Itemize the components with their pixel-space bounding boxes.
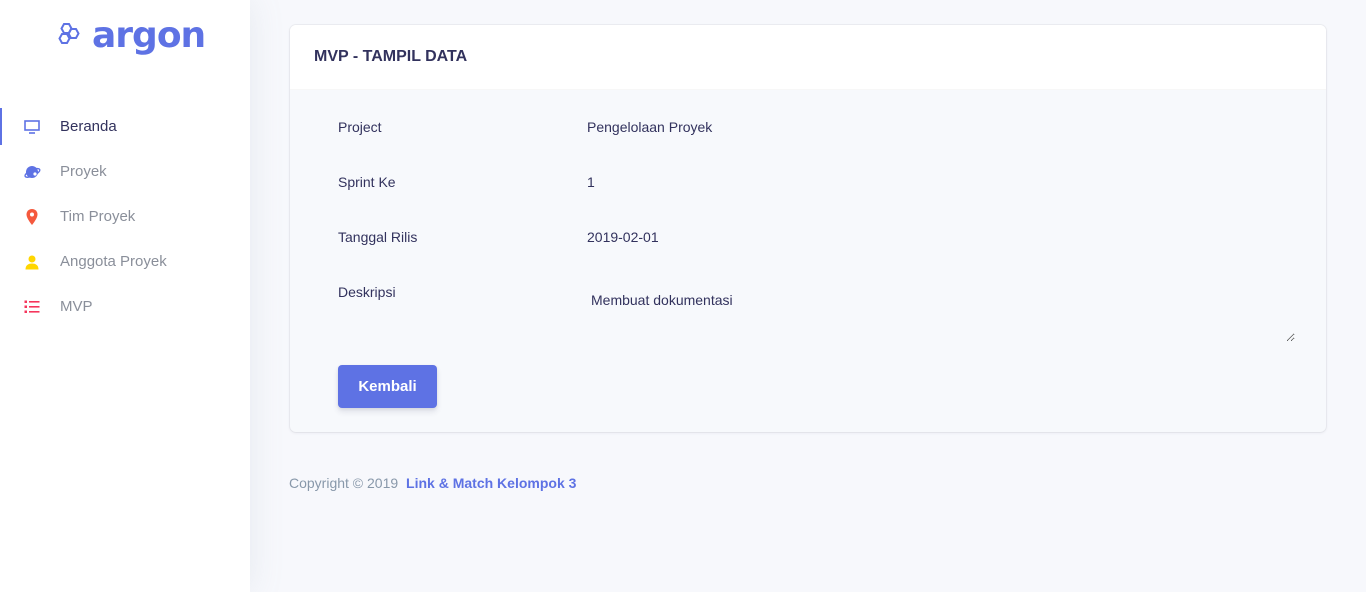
field-value: 2019-02-01 bbox=[587, 229, 659, 245]
field-label: Tanggal Rilis bbox=[338, 229, 418, 245]
hexagons-logo-icon bbox=[56, 21, 84, 52]
sidebar-item-anggota-proyek[interactable]: Anggota Proyek bbox=[0, 239, 250, 284]
brand-name: argon bbox=[92, 15, 206, 56]
sidebar-item-proyek[interactable]: Proyek bbox=[0, 149, 250, 194]
field-label: Sprint Ke bbox=[338, 174, 396, 190]
mvp-detail-card: MVP - TAMPIL DATA Project Pengelolaan Pr… bbox=[290, 25, 1326, 432]
sidebar-item-beranda[interactable]: Beranda bbox=[0, 104, 250, 149]
footer: Copyright © 2019 Link & Match Kelompok 3 bbox=[289, 475, 576, 491]
back-button[interactable]: Kembali bbox=[338, 365, 437, 408]
field-label: Deskripsi bbox=[338, 284, 396, 300]
sidebar-item-mvp[interactable]: MVP bbox=[0, 284, 250, 329]
sidebar: argon Beranda Proyek Tim Proyek Anggota … bbox=[0, 0, 250, 592]
sidebar-item-label: Beranda bbox=[60, 118, 117, 135]
sidebar-item-tim-proyek[interactable]: Tim Proyek bbox=[0, 194, 250, 239]
sidebar-nav: Beranda Proyek Tim Proyek Anggota Proyek… bbox=[0, 104, 250, 329]
footer-link[interactable]: Link & Match Kelompok 3 bbox=[406, 475, 576, 491]
copyright-text: Copyright © 2019 bbox=[289, 475, 399, 491]
field-value: 1 bbox=[587, 174, 595, 190]
pin-icon bbox=[22, 207, 42, 227]
field-value: Pengelolaan Proyek bbox=[587, 119, 713, 135]
field-label: Project bbox=[338, 119, 382, 135]
sidebar-item-label: Tim Proyek bbox=[60, 208, 136, 225]
user-icon bbox=[22, 252, 42, 272]
monitor-icon bbox=[22, 117, 42, 137]
deskripsi-textarea[interactable]: Membuat dokumentasi bbox=[587, 290, 1295, 342]
planet-icon bbox=[22, 162, 42, 182]
card-title: MVP - TAMPIL DATA bbox=[290, 25, 1326, 90]
sidebar-item-label: Proyek bbox=[60, 163, 107, 180]
brand-logo[interactable]: argon bbox=[56, 14, 206, 58]
sidebar-item-label: MVP bbox=[60, 298, 93, 315]
list-icon bbox=[22, 297, 42, 317]
sidebar-item-label: Anggota Proyek bbox=[60, 253, 167, 270]
